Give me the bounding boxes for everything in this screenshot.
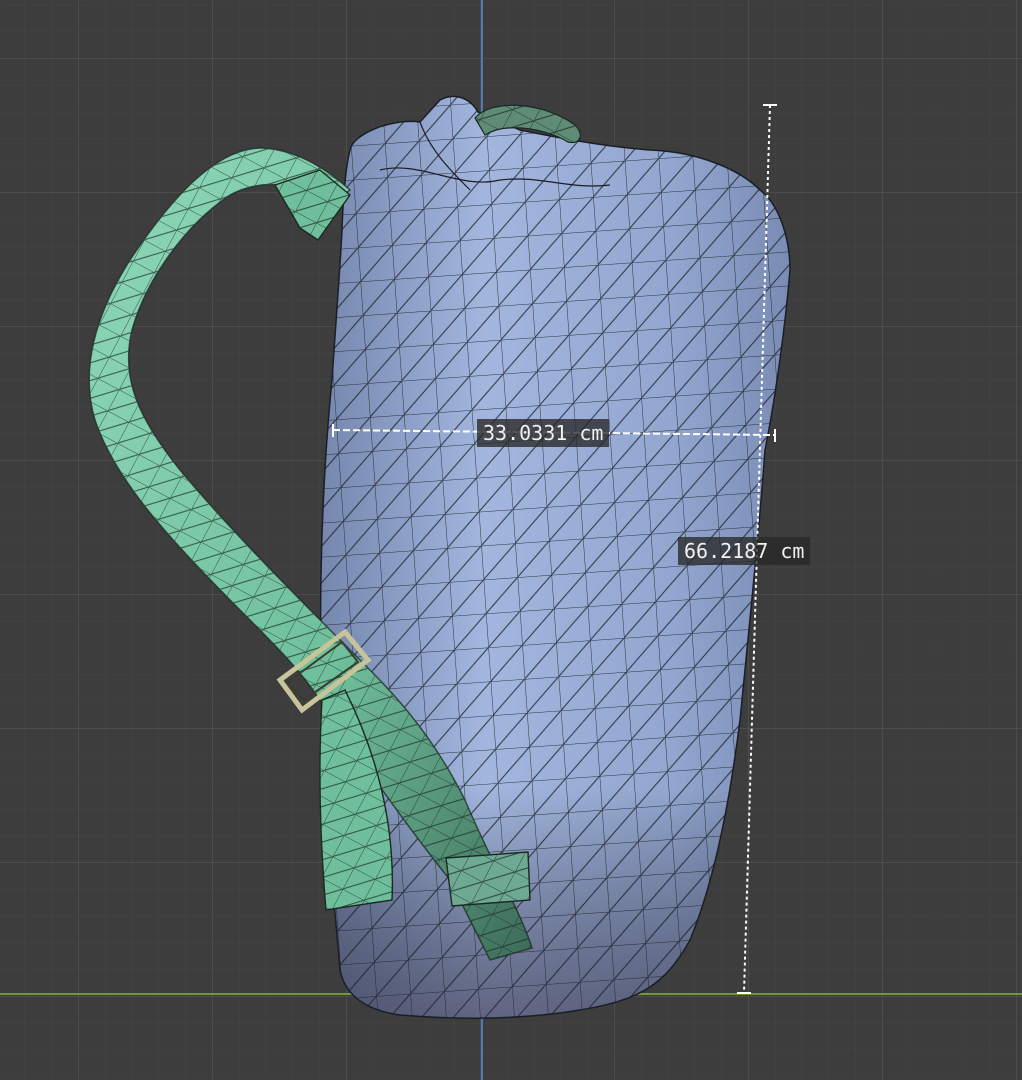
- width-measurement-label: 33.0331 cm: [477, 419, 610, 447]
- 3d-viewport[interactable]: 33.0331 cm 66.2187 cm: [0, 0, 1022, 1080]
- height-measurement-label: 66.2187 cm: [678, 537, 811, 565]
- backpack-model[interactable]: [0, 0, 1022, 1080]
